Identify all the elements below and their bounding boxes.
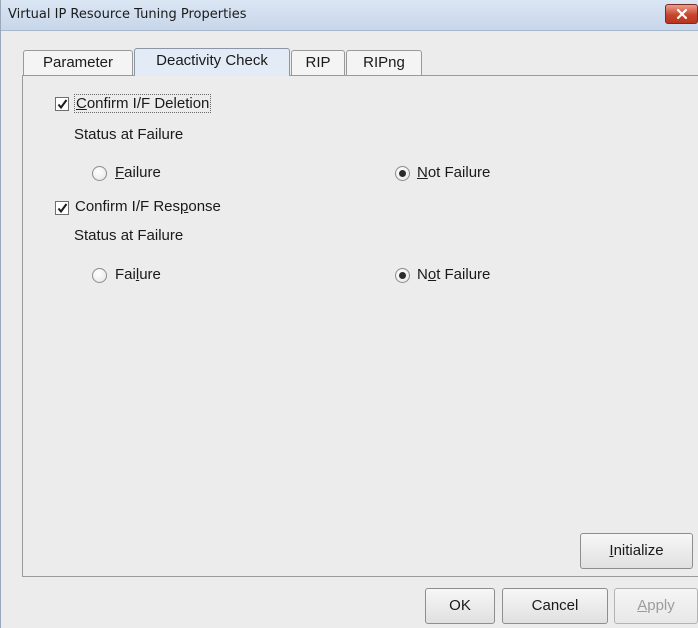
confirm-if-response-checkbox[interactable] <box>55 201 69 215</box>
deletion-status-at-failure-label: Status at Failure <box>74 126 184 143</box>
checkmark-icon <box>57 99 68 110</box>
dialog-window: Virtual IP Resource Tuning Properties Pa… <box>0 0 698 628</box>
checkmark-icon <box>57 203 68 214</box>
response-not-failure-radio[interactable] <box>395 268 410 283</box>
ok-button[interactable]: OK <box>425 588 495 624</box>
deletion-failure-label[interactable]: Failure <box>115 164 161 181</box>
deletion-not-failure-label[interactable]: Not Failure <box>417 164 490 181</box>
cancel-button[interactable]: Cancel <box>502 588 608 624</box>
window-title: Virtual IP Resource Tuning Properties <box>8 7 247 22</box>
tab-rip-label: RIP <box>305 54 331 71</box>
radio-selected-dot <box>399 272 406 279</box>
deactivity-check-panel <box>22 75 698 577</box>
apply-button[interactable]: Apply <box>614 588 698 624</box>
tab-ripng-label: RIPng <box>363 54 405 71</box>
tab-parameter[interactable]: Parameter <box>23 50 133 75</box>
tab-deactivity-check[interactable]: Deactivity Check <box>134 48 290 76</box>
response-not-failure-label[interactable]: Not Failure <box>417 266 490 283</box>
tab-rip[interactable]: RIP <box>291 50 345 75</box>
response-status-at-failure-label: Status at Failure <box>74 227 184 244</box>
response-failure-label[interactable]: Failure <box>115 266 161 283</box>
deletion-failure-radio[interactable] <box>92 166 107 181</box>
initialize-button[interactable]: Initialize <box>580 533 693 569</box>
response-failure-radio[interactable] <box>92 268 107 283</box>
close-icon <box>676 8 687 20</box>
title-bar[interactable]: Virtual IP Resource Tuning Properties <box>1 0 698 31</box>
close-button[interactable] <box>665 4 698 24</box>
confirm-if-deletion-label[interactable]: Confirm I/F Deletion <box>74 94 212 113</box>
confirm-if-response-label[interactable]: Confirm I/F Response <box>75 198 221 215</box>
tab-deactivity-check-label: Deactivity Check <box>156 52 268 69</box>
deletion-not-failure-radio[interactable] <box>395 166 410 181</box>
confirm-if-deletion-checkbox[interactable] <box>55 97 69 111</box>
tab-ripng[interactable]: RIPng <box>346 50 422 75</box>
radio-selected-dot <box>399 170 406 177</box>
tab-parameter-label: Parameter <box>42 54 114 71</box>
